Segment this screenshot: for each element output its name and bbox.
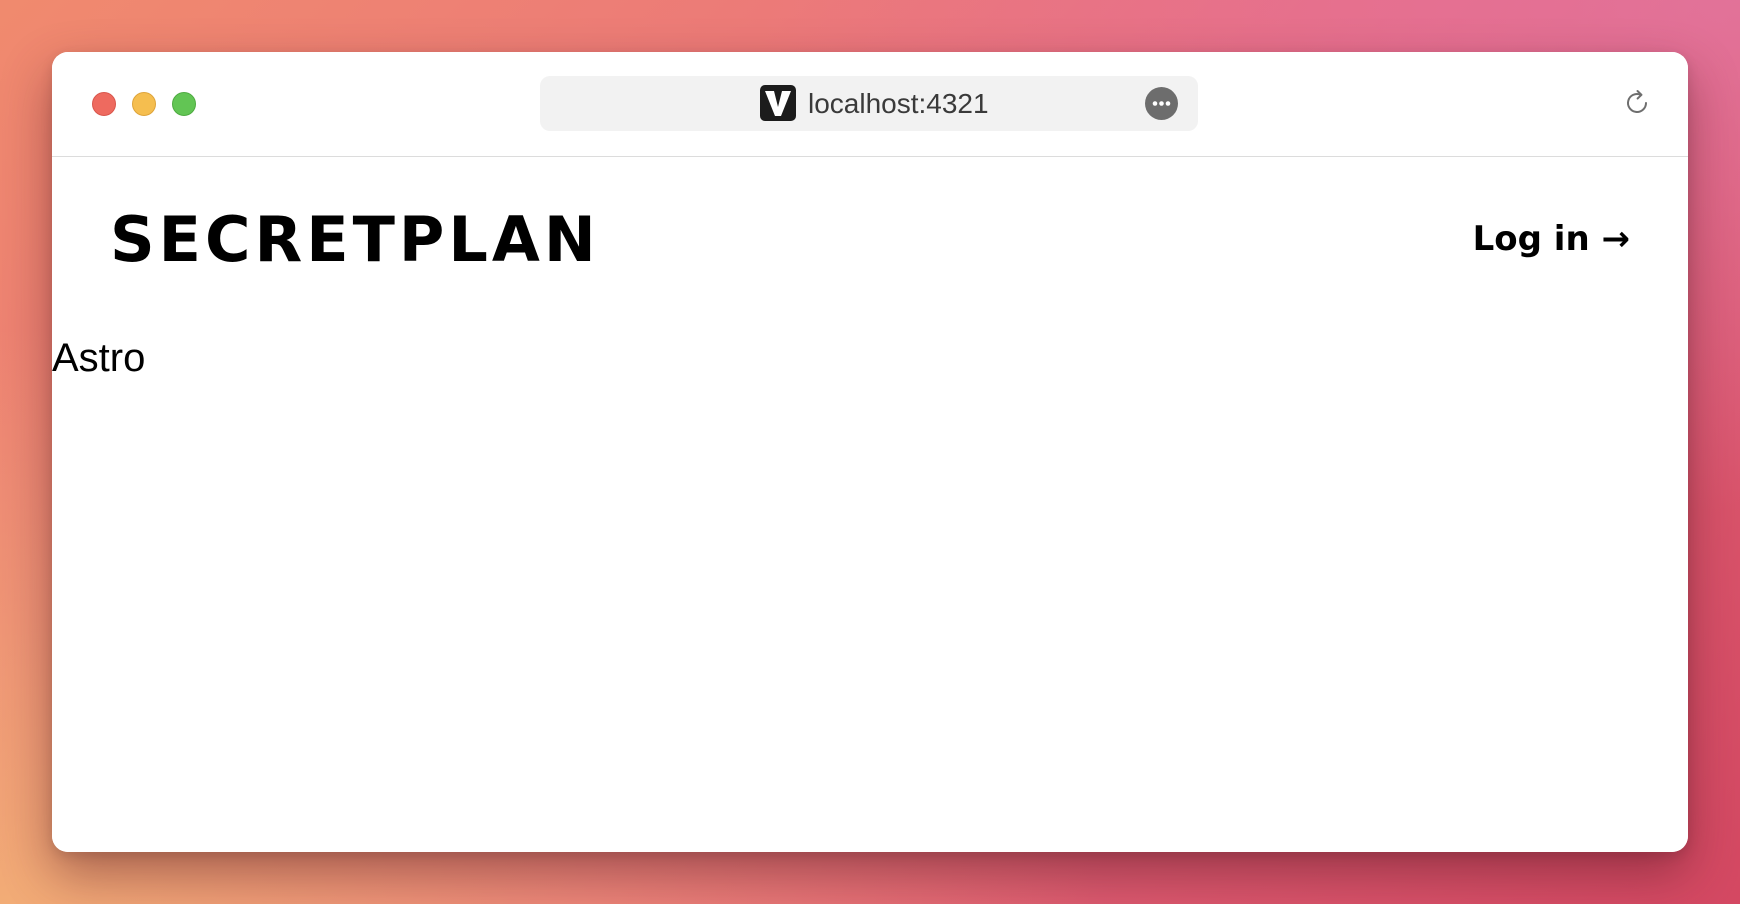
ellipsis-circle-icon[interactable] <box>1145 87 1178 120</box>
browser-window: localhost:4321 SECRETPLAN Log in → Astro <box>52 52 1688 852</box>
close-window-button[interactable] <box>92 92 116 116</box>
page-content: SECRETPLAN Log in → Astro <box>52 157 1688 852</box>
vite-logo-icon <box>760 85 796 121</box>
maximize-window-button[interactable] <box>172 92 196 116</box>
brand-logo[interactable]: SECRETPLAN <box>110 205 600 275</box>
browser-toolbar: localhost:4321 <box>52 52 1688 157</box>
minimize-window-button[interactable] <box>132 92 156 116</box>
reload-icon[interactable] <box>1622 88 1652 118</box>
login-link[interactable]: Log in → <box>1473 219 1630 259</box>
url-text[interactable]: localhost:4321 <box>808 87 989 121</box>
address-bar[interactable]: localhost:4321 <box>540 76 1198 131</box>
body-text: Astro <box>52 336 146 380</box>
